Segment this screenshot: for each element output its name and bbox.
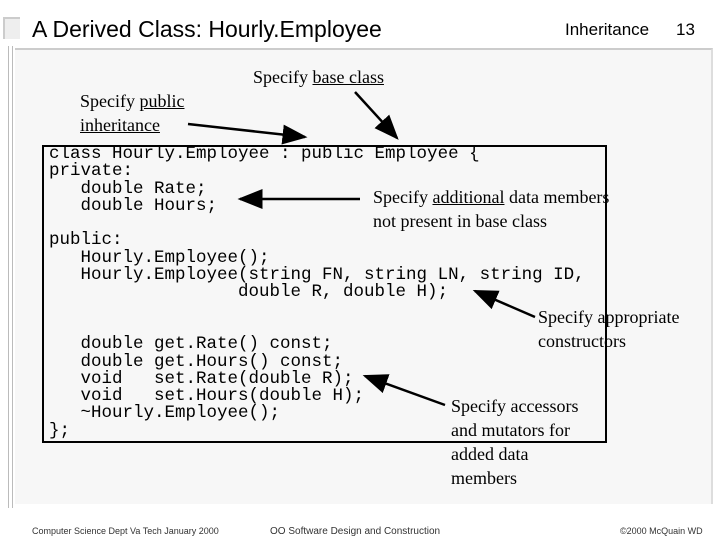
arrow-public — [187, 122, 308, 145]
footer-right: ©2000 McQuain WD — [620, 526, 703, 536]
arrow-constructors — [472, 289, 536, 319]
arrows-layer — [187, 91, 536, 407]
arrow-accessors — [362, 374, 446, 407]
arrow-base-class — [354, 91, 399, 140]
footer-left: Computer Science Dept Va Tech January 20… — [32, 526, 219, 536]
footer-center: OO Software Design and Construction — [270, 526, 441, 537]
